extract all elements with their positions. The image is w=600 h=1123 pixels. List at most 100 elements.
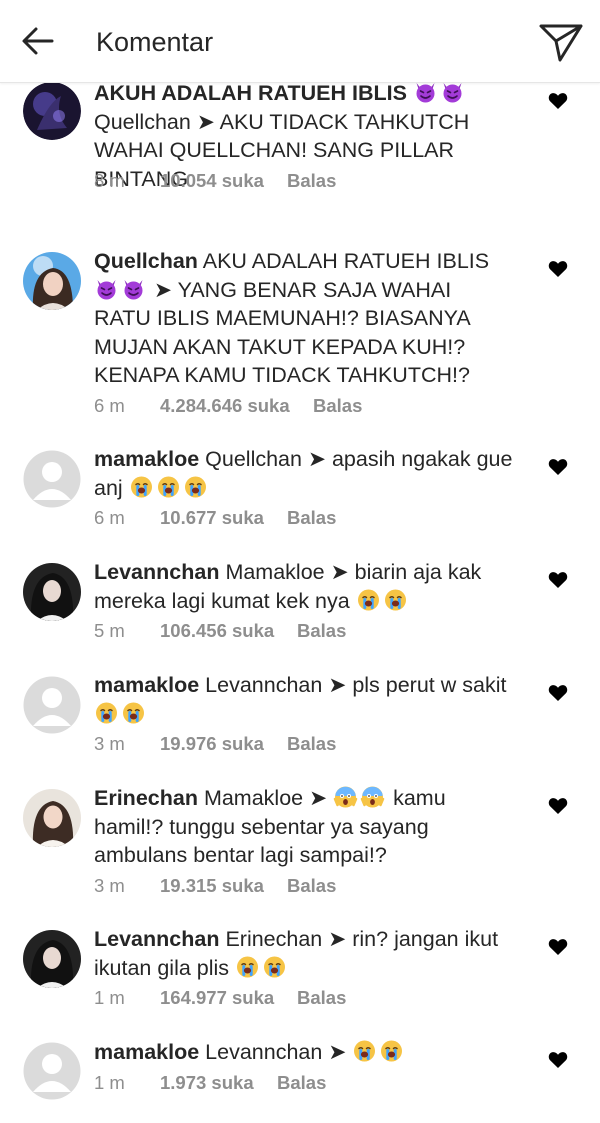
comment-mention[interactable]: Mamakloe: [225, 560, 324, 584]
avatar[interactable]: [23, 82, 81, 140]
loudly-crying-emoji-icon: [123, 702, 144, 723]
comment-text: Quellchan AKU ADALAH RATUEH IBLIS ➤ YANG…: [94, 247, 514, 390]
comment-username[interactable]: Levannchan: [94, 560, 219, 584]
loudly-crying-emoji-icon: [157, 476, 179, 497]
avatar[interactable]: [23, 789, 81, 847]
comment-text: mamakloe Levannchan ➤ pls perut w sakit: [94, 671, 514, 728]
like-count[interactable]: 164.977 suka: [160, 986, 274, 1010]
comment-body: pls perut w sakit: [352, 673, 507, 697]
heart-icon: [548, 572, 568, 588]
like-count[interactable]: 19.976 suka: [160, 732, 264, 756]
comment-mention[interactable]: Erinechan: [225, 927, 322, 951]
screaming-in-fear-emoji-icon: [360, 786, 385, 808]
comment-time: 6 m: [94, 507, 125, 528]
avatar-image: [23, 252, 81, 310]
comment-body: YANG BENAR SAJA WAHAI RATU IBLIS MAEMUNA…: [94, 277, 470, 388]
smiling-devil-emoji-icon: [97, 279, 116, 299]
avatar[interactable]: [23, 1042, 81, 1100]
comment-time: 8 m: [94, 170, 125, 191]
heart-icon: [548, 459, 568, 475]
like-button[interactable]: [548, 797, 568, 815]
reply-arrow: ➤: [309, 786, 328, 810]
loudly-crying-emoji-icon: [237, 956, 259, 977]
heart-icon: [548, 1052, 568, 1068]
heart-icon: [548, 939, 568, 955]
comment-mention[interactable]: Quellchan: [94, 110, 191, 134]
avatar[interactable]: [23, 563, 81, 621]
heart-icon: [548, 798, 568, 814]
smiling-devil-emoji-icon: [416, 83, 435, 103]
reply-arrow: ➤: [196, 109, 215, 134]
avatar-image: [23, 1042, 81, 1100]
reply-arrow: ➤: [153, 277, 172, 302]
like-button[interactable]: [548, 571, 568, 589]
reply-button[interactable]: Balas: [277, 1071, 326, 1095]
avatar-image: [23, 450, 81, 508]
loudly-crying-emoji-icon: [381, 1040, 403, 1062]
loudly-crying-emoji-icon: [264, 956, 286, 977]
like-button[interactable]: [548, 260, 568, 278]
avatar[interactable]: [23, 930, 81, 988]
reply-button[interactable]: Balas: [287, 169, 336, 193]
loudly-crying-emoji-icon: [184, 476, 206, 497]
comment-username[interactable]: Levannchan: [94, 927, 219, 951]
loudly-crying-emoji-icon: [96, 702, 117, 723]
like-button[interactable]: [548, 92, 568, 110]
comment-mention[interactable]: Levannchan: [205, 1040, 322, 1064]
like-button[interactable]: [548, 684, 568, 702]
reply-button[interactable]: Balas: [297, 986, 346, 1010]
like-button[interactable]: [548, 458, 568, 476]
comment-username[interactable]: AKUH ADALAH RATUEH IBLIS: [94, 81, 407, 105]
reply-button[interactable]: Balas: [297, 619, 346, 643]
avatar-image: [23, 676, 81, 734]
reply-arrow: ➤: [330, 560, 349, 584]
comment-mention[interactable]: Mamakloe: [204, 786, 303, 810]
comment-username[interactable]: Erinechan: [94, 786, 198, 810]
loudly-crying-emoji-icon: [130, 476, 152, 497]
reply-button[interactable]: Balas: [287, 732, 336, 756]
avatar-image: [23, 563, 81, 621]
send-icon: [539, 24, 583, 62]
comment-username[interactable]: Quellchan: [94, 249, 198, 273]
heart-icon: [548, 261, 568, 277]
page-title: Komentar: [96, 27, 214, 57]
arrow-left-icon: [22, 27, 54, 55]
comment-mention[interactable]: AKU ADALAH RATUEH IBLIS: [203, 249, 489, 273]
share-button[interactable]: [538, 20, 584, 64]
back-button[interactable]: [18, 24, 58, 58]
like-count[interactable]: 4.284.646 suka: [160, 394, 290, 418]
comment-username[interactable]: mamakloe: [94, 447, 199, 471]
smiling-devil-emoji-icon: [124, 279, 143, 299]
reply-arrow: ➤: [328, 673, 347, 697]
reply-arrow: ➤: [328, 927, 347, 951]
like-count[interactable]: 1.973 suka: [160, 1071, 254, 1095]
comment-text: Erinechan Mamakloe ➤ kamu hamil!? tunggu…: [94, 784, 514, 870]
like-count[interactable]: 10.677 suka: [160, 506, 264, 530]
comment-time: 3 m: [94, 875, 125, 896]
comment-text: Levannchan Mamakloe ➤ biarin aja kak mer…: [94, 558, 514, 615]
like-count[interactable]: 10.054 suka: [160, 169, 264, 193]
avatar[interactable]: [23, 252, 81, 310]
reply-button[interactable]: Balas: [287, 506, 336, 530]
reply-button[interactable]: Balas: [313, 394, 362, 418]
like-button[interactable]: [548, 938, 568, 956]
smiling-devil-emoji-icon: [443, 83, 462, 103]
comment-text: mamakloe Levannchan ➤: [94, 1038, 514, 1067]
comment-time: 1 m: [94, 1072, 125, 1093]
like-button[interactable]: [548, 1051, 568, 1069]
comment-time: 3 m: [94, 733, 125, 754]
comment-mention[interactable]: Quellchan: [205, 447, 302, 471]
comment-mention[interactable]: Levannchan: [205, 673, 322, 697]
comment-username[interactable]: mamakloe: [94, 1040, 199, 1064]
avatar[interactable]: [23, 676, 81, 734]
like-count[interactable]: 106.456 suka: [160, 619, 274, 643]
loudly-crying-emoji-icon: [357, 589, 379, 610]
reply-arrow: ➤: [328, 1040, 347, 1064]
avatar-image: [23, 789, 81, 847]
avatar[interactable]: [23, 450, 81, 508]
like-count[interactable]: 19.315 suka: [160, 874, 264, 898]
reply-button[interactable]: Balas: [287, 874, 336, 898]
screaming-in-fear-emoji-icon: [333, 786, 358, 808]
loudly-crying-emoji-icon: [354, 1040, 376, 1062]
comment-username[interactable]: mamakloe: [94, 673, 199, 697]
